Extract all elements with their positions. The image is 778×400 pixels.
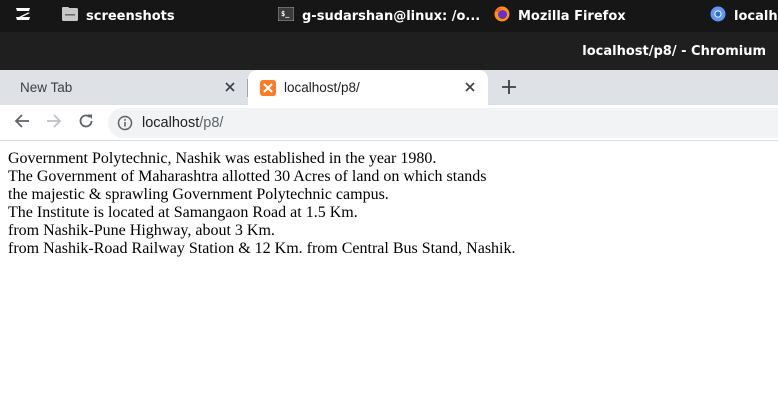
tab-label: New Tab <box>20 80 73 95</box>
taskbar-item-label: screenshots <box>86 8 175 24</box>
url-host: localhost <box>142 115 200 131</box>
xampp-icon <box>260 79 276 96</box>
chromium-icon <box>710 6 726 26</box>
text-line: Government Polytechnic, Nashik was estab… <box>8 150 437 167</box>
tab-strip: New Tab localhost/p8/ <box>0 70 778 105</box>
taskbar-item-files[interactable]: screenshots <box>62 0 175 32</box>
text-line: from Nashik-Pune Highway, about 3 Km. <box>8 222 275 239</box>
close-tab-icon[interactable] <box>462 79 478 95</box>
url-text: localhost/p8/ <box>142 108 223 138</box>
browser-toolbar: localhost/p8/ <box>0 105 778 141</box>
tab-label: localhost/p8/ <box>284 80 360 95</box>
close-tab-icon[interactable] <box>222 79 238 95</box>
taskbar-item-label: g-sudarshan@linux: /o... <box>302 8 481 24</box>
window-titlebar[interactable]: localhost/p8/ - Chromium <box>0 32 778 70</box>
zorin-logo-icon <box>13 5 33 27</box>
folder-icon <box>62 7 78 25</box>
back-button[interactable] <box>10 111 34 135</box>
zorin-menu-button[interactable] <box>10 0 36 32</box>
taskbar-item-label: Mozilla Firefox <box>518 8 626 24</box>
taskbar-item-chromium[interactable]: localho <box>710 0 778 32</box>
url-path: /p8/ <box>199 115 224 131</box>
taskbar-item-label: localho <box>734 8 778 24</box>
firefox-icon <box>494 6 510 26</box>
tab-new-tab[interactable]: New Tab <box>0 70 248 105</box>
taskbar-item-terminal[interactable]: $_ g-sudarshan@linux: /o... <box>277 0 481 32</box>
terminal-icon: $_ <box>277 6 295 25</box>
reload-icon <box>78 113 94 134</box>
forward-button[interactable] <box>42 111 66 135</box>
info-icon[interactable] <box>117 115 133 131</box>
forward-arrow-icon <box>46 113 62 134</box>
text-line: The Government of Maharashtra allotted 3… <box>8 168 487 185</box>
page-content: Government Polytechnic, Nashik was estab… <box>8 150 768 258</box>
back-arrow-icon <box>14 113 30 134</box>
text-line: from Nashik-Road Railway Station & 12 Km… <box>8 240 516 257</box>
window-title: localhost/p8/ - Chromium <box>582 43 766 59</box>
new-tab-button[interactable] <box>498 78 520 100</box>
address-bar[interactable]: localhost/p8/ <box>108 108 778 138</box>
tab-localhost[interactable]: localhost/p8/ <box>248 70 488 105</box>
os-taskbar: screenshots $_ g-sudarshan@linux: /o... … <box>0 0 778 32</box>
plus-icon <box>502 79 516 99</box>
text-line: The Institute is located at Samangaon Ro… <box>8 204 358 221</box>
reload-button[interactable] <box>74 111 98 135</box>
taskbar-item-firefox[interactable]: Mozilla Firefox <box>494 0 626 32</box>
text-line: the majestic & sprawling Government Poly… <box>8 186 389 203</box>
svg-text:$_: $_ <box>281 10 290 18</box>
